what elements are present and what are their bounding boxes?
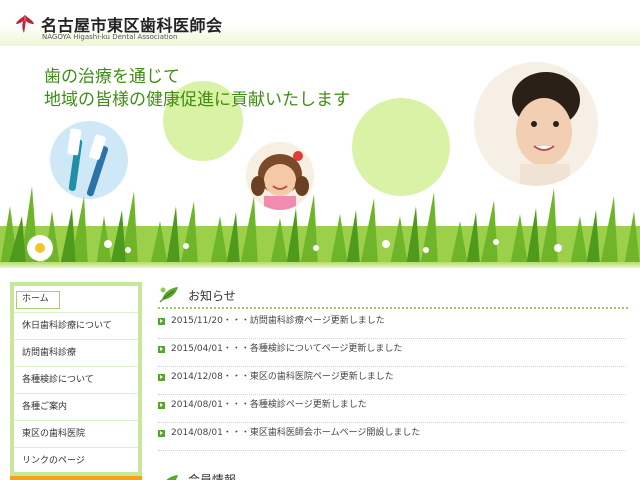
news-divider [158,307,628,309]
news-list: 2015/11/20・・・訪問歯科診療ページ更新しました 2015/04/01・… [158,312,626,452]
catch-line-1: 歯の治療を通じて [44,67,180,87]
nav-item-holiday-dental[interactable]: 休日歯科診療について [14,313,138,340]
nav-item-guides[interactable]: 各種ご案内 [14,394,138,421]
hero-divider [0,262,640,268]
nav-item-label: ホーム [22,294,49,304]
grass-decoration [0,186,640,266]
nav-item-checkups[interactable]: 各種検診について [14,367,138,394]
member-info-title: 会員情報 [188,473,237,480]
site-subtitle: NAGOYA Higashi-ku Dental Association [42,33,178,41]
nav-item-label: 各種検診について [22,375,94,385]
news-item[interactable]: 2015/11/20・・・訪問歯科診療ページ更新しました [158,312,626,339]
news-item[interactable]: 2014/08/01・・・各種検診ページ更新しました [158,396,626,423]
leaf-icon [159,287,178,303]
nav-item-label: 各種ご案内 [22,402,68,412]
sidebar-orange-bar [10,476,142,480]
nav-item-links[interactable]: リンクのページ [14,448,138,474]
news-item[interactable]: 2014/12/08・・・東区の歯科医院ページ更新しました [158,368,626,395]
arrow-right-icon [158,346,165,353]
hero-banner: 歯の治療を通じて 地域の皆様の健康促進に貢献いたします [0,46,640,266]
news-item-text: 2014/08/01・・・各種検診ページ更新しました [171,400,367,410]
news-item-text: 2015/11/20・・・訪問歯科診療ページ更新しました [171,316,385,326]
nav-item-label: 東区の歯科医院 [22,429,86,439]
news-item[interactable]: 2014/08/01・・・東区歯科医師会ホームページ開設しました [158,424,626,451]
sidebar-nav: ホーム 休日歯科診療について 訪問歯科診療 各種検診について 各種ご案内 東区の… [10,282,142,476]
hero-catchphrase: 歯の治療を通じて 地域の皆様の健康促進に貢献いたします [44,66,350,112]
nav-item-label: 休日歯科診療について [22,321,112,331]
arrow-right-icon [158,402,165,409]
news-item[interactable]: 2015/04/01・・・各種検診についてページ更新しました [158,340,626,367]
arrow-right-icon [158,374,165,381]
news-item-text: 2014/12/08・・・東区の歯科医院ページ更新しました [171,372,394,382]
arrow-right-icon [158,318,165,325]
member-info-header: 会員情報 [158,470,628,480]
logo-icon[interactable] [12,11,38,37]
news-header: お知らせ [158,284,628,306]
leaf-icon [166,475,178,480]
nav-item-home-visit[interactable]: 訪問歯科診療 [14,340,138,367]
catch-line-2: 地域の皆様の健康促進に貢献いたします [44,90,350,110]
news-title: お知らせ [188,289,236,303]
news-item-text: 2014/08/01・・・東区歯科医師会ホームページ開設しました [171,428,421,438]
nav-item-label: 訪問歯科診療 [22,348,77,358]
arrow-right-icon [158,430,165,437]
nav-item-label: リンクのページ [22,456,85,466]
nav-item-clinics[interactable]: 東区の歯科医院 [14,421,138,448]
site-header: 名古屋市東区歯科医師会 NAGOYA Higashi-ku Dental Ass… [0,0,640,46]
news-item-text: 2015/04/01・・・各種検診についてページ更新しました [171,344,403,354]
nav-item-home[interactable]: ホーム [14,286,138,313]
